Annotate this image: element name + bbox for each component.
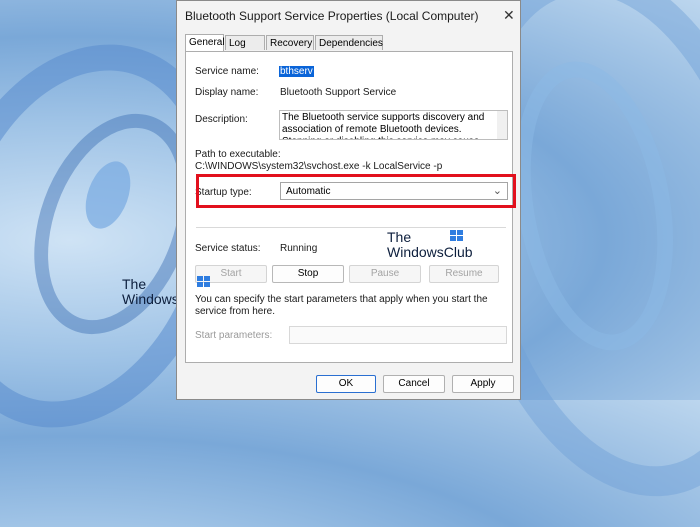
description-label: Description: [195, 114, 248, 125]
close-icon[interactable]: ✕ [503, 7, 515, 24]
description-box[interactable]: The Bluetooth service supports discovery… [279, 110, 508, 140]
start-parameters-label: Start parameters: [195, 330, 273, 341]
service-name-value[interactable]: bthserv [279, 66, 314, 77]
resume-button[interactable]: Resume [429, 265, 499, 283]
display-name-field[interactable]: Bluetooth Support Service [280, 87, 396, 98]
start-parameters-input[interactable] [289, 326, 507, 344]
service-status-value: Running [280, 243, 318, 254]
service-name-label: Service name: [195, 66, 259, 77]
description-text: The Bluetooth service supports discovery… [282, 112, 485, 139]
windows-logo-icon [197, 276, 210, 287]
tab-dependencies[interactable]: Dependencies [315, 35, 383, 50]
divider [196, 227, 506, 228]
startup-type-value: Automatic [286, 186, 331, 197]
tab-general[interactable]: General [185, 34, 225, 51]
description-scrollbar[interactable] [497, 111, 507, 139]
path-label: Path to executable: [195, 149, 281, 160]
windows-logo-icon [450, 230, 463, 241]
general-tab-panel: Service name: bthserv Display name: Blue… [185, 51, 516, 363]
ok-button[interactable]: OK [316, 375, 376, 393]
apply-button[interactable]: Apply [452, 375, 514, 393]
cancel-button[interactable]: Cancel [383, 375, 445, 393]
display-name-label: Display name: [195, 87, 259, 98]
service-name-selection: bthserv [279, 66, 314, 77]
title-bar[interactable]: Bluetooth Support Service Properties (Lo… [177, 1, 520, 31]
pause-button[interactable]: Pause [349, 265, 421, 283]
startup-type-label: Startup type: [195, 187, 252, 198]
help-text: You can specify the start parameters tha… [195, 294, 488, 317]
stop-button[interactable]: Stop [272, 265, 344, 283]
chevron-down-icon: ⌄ [492, 185, 502, 197]
dialog-title: Bluetooth Support Service Properties (Lo… [185, 9, 479, 23]
service-properties-dialog: Bluetooth Support Service Properties (Lo… [176, 0, 521, 400]
tab-recovery[interactable]: Recovery [266, 35, 314, 50]
tab-log-on[interactable]: Log On [225, 35, 265, 64]
startup-type-dropdown[interactable]: Automatic ⌄ [280, 182, 508, 200]
path-value: C:\WINDOWS\system32\svchost.exe -k Local… [195, 161, 443, 172]
watermark-line2: WindowsClub [387, 244, 473, 260]
service-status-label: Service status: [195, 243, 261, 254]
